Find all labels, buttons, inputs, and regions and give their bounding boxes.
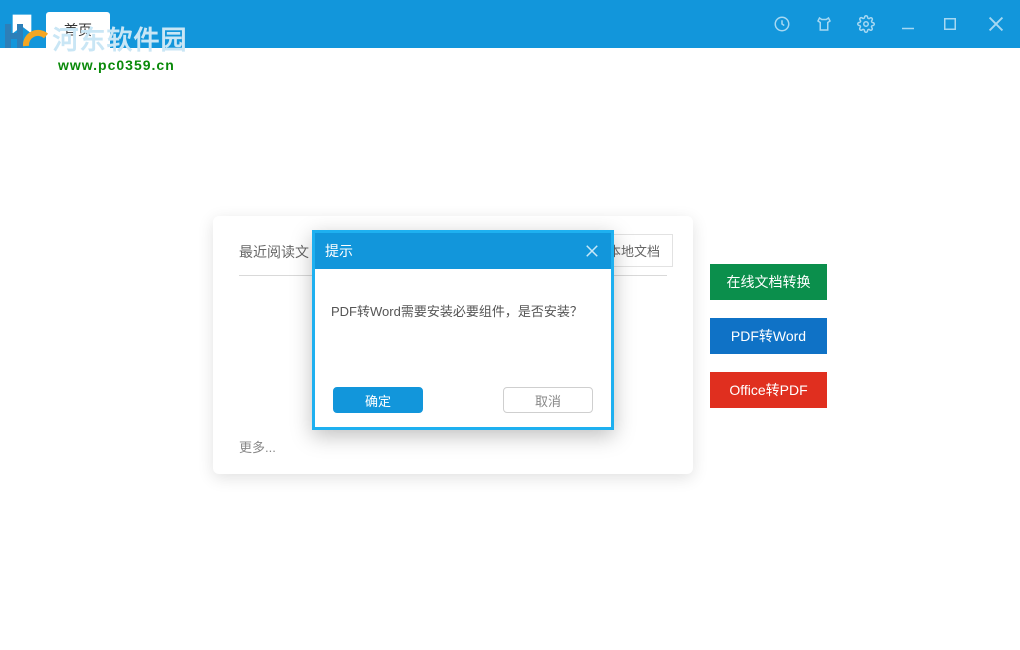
dialog-footer: 确定 取消 (315, 387, 611, 413)
watermark-url: www.pc0359.cn (58, 57, 187, 73)
minimize-icon[interactable] (894, 10, 922, 38)
cancel-button[interactable]: 取消 (503, 387, 593, 413)
dialog-header[interactable]: 提示 (315, 233, 611, 269)
skin-icon[interactable] (810, 10, 838, 38)
maximize-icon[interactable] (936, 10, 964, 38)
settings-icon[interactable] (852, 10, 880, 38)
close-icon[interactable] (978, 6, 1014, 42)
dialog-close-icon[interactable] (583, 242, 601, 260)
dialog-message: PDF转Word需要安装必要组件，是否安装？ (315, 269, 611, 320)
titlebar-left: 首页 (0, 0, 110, 48)
titlebar: 首页 (0, 0, 1020, 48)
online-convert-button[interactable]: 在线文档转换 (710, 264, 827, 300)
side-buttons: 在线文档转换 PDF转Word Office转PDF (710, 264, 827, 408)
dialog-title: 提示 (325, 241, 353, 261)
titlebar-right (768, 0, 1020, 48)
pdf-to-word-button[interactable]: PDF转Word (710, 318, 827, 354)
tab-home[interactable]: 首页 (46, 12, 110, 48)
recent-read-label: 最近阅读文 (239, 242, 309, 262)
prompt-dialog: 提示 PDF转Word需要安装必要组件，是否安装？ 确定 取消 (312, 230, 614, 430)
more-link[interactable]: 更多... (239, 437, 276, 456)
content-area: 河东软件园 www.pc0359.cn 最近阅读文 本地文档 更多... 在线文… (0, 48, 1020, 650)
history-icon[interactable] (768, 10, 796, 38)
app-logo-icon (8, 10, 36, 38)
ok-button[interactable]: 确定 (333, 387, 423, 413)
office-to-pdf-button[interactable]: Office转PDF (710, 372, 827, 408)
